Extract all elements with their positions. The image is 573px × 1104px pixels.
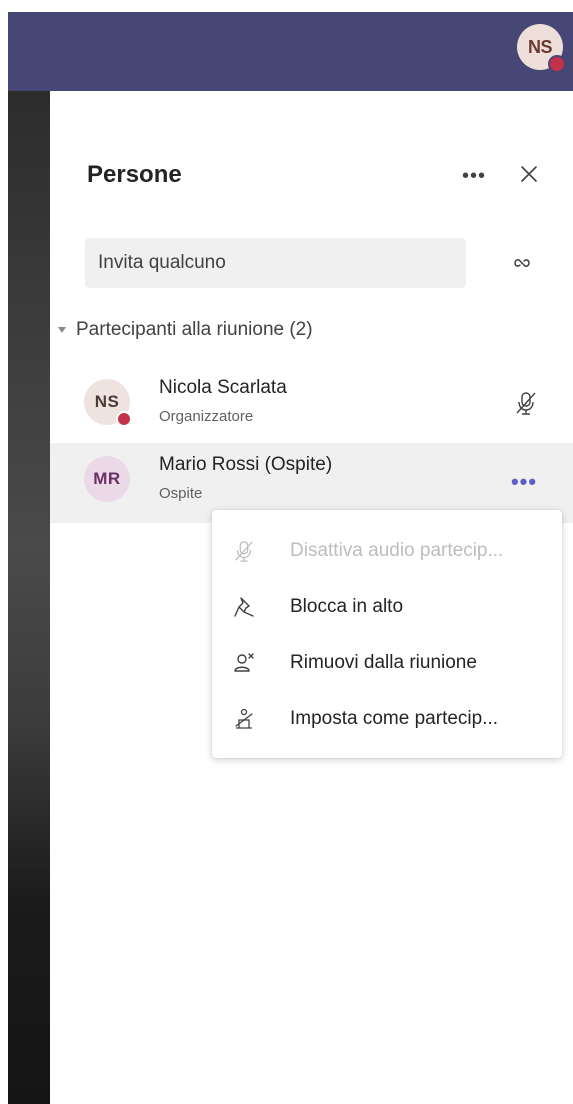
invite-input[interactable]: Invita qualcuno (85, 238, 466, 288)
user-avatar[interactable]: NS (517, 24, 566, 73)
panel-more-button[interactable]: ••• (454, 159, 494, 193)
avatar-initials: MR (93, 469, 121, 488)
participant-role: Organizzatore (159, 408, 254, 425)
menu-item-mute-participant: Disattiva audio partecip... (212, 523, 562, 579)
menu-item-label: Disattiva audio partecip... (290, 540, 504, 561)
menu-item-remove-from-meeting[interactable]: Rimuovi dalla riunione (212, 635, 562, 691)
avatar-initials: NS (94, 392, 120, 411)
presence-busy-icon (116, 411, 132, 427)
video-stage-edge (8, 91, 50, 1104)
menu-item-make-attendee[interactable]: Imposta come partecip... (212, 691, 562, 747)
close-icon (521, 166, 537, 182)
participant-more-button[interactable]: ••• (504, 465, 544, 499)
participants-section-label: Partecipanti alla riunione (2) (76, 319, 313, 340)
user-avatar-initials: NS (527, 36, 553, 57)
left-margin (0, 0, 8, 1104)
remove-person-icon (230, 649, 258, 677)
mute-participant-button[interactable] (508, 385, 544, 421)
panel-title: Persone (87, 161, 182, 188)
mic-off-icon (230, 537, 258, 565)
avatar: NS (84, 379, 132, 427)
participants-section-header[interactable]: Partecipanti alla riunione (2) (58, 315, 313, 345)
participant-context-menu: Disattiva audio partecip... Blocca in al… (212, 510, 562, 758)
mic-off-icon (516, 392, 536, 415)
participant-role: Ospite (159, 485, 203, 502)
menu-item-label: Blocca in alto (290, 596, 404, 617)
top-margin (0, 0, 573, 12)
more-horizontal-icon: ••• (510, 469, 538, 494)
copy-link-button[interactable] (505, 246, 539, 280)
menu-item-pin[interactable]: Blocca in alto (212, 579, 562, 635)
attendee-icon (230, 705, 258, 733)
more-horizontal-icon: ••• (461, 164, 486, 187)
link-icon (514, 259, 530, 267)
menu-item-label: Rimuovi dalla riunione (290, 652, 477, 673)
menu-item-label: Imposta come partecip... (290, 708, 499, 729)
pin-icon (230, 593, 258, 621)
chevron-down-icon (58, 327, 66, 333)
invite-placeholder: Invita qualcuno (98, 252, 226, 273)
participant-row[interactable]: NS Nicola Scarlata Organizzatore (50, 363, 573, 443)
presence-busy-icon (548, 55, 566, 73)
meeting-top-bar: NS (8, 12, 573, 91)
participant-name: Nicola Scarlata (159, 377, 287, 398)
avatar: MR (84, 456, 130, 502)
close-panel-button[interactable] (512, 157, 546, 191)
participant-name: Mario Rossi (Ospite) (159, 454, 333, 475)
